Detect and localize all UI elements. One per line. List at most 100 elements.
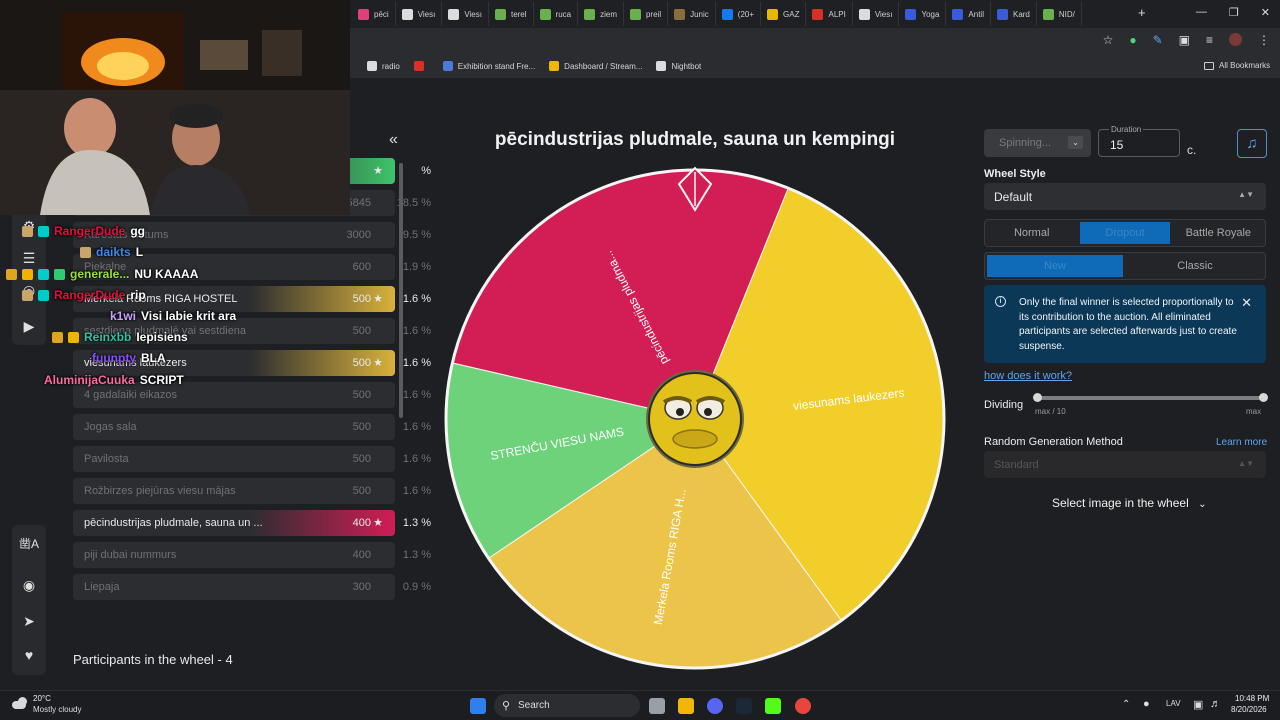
participant-percent: % — [421, 165, 431, 177]
participant-percent: 0.9 % — [402, 581, 431, 593]
view-option[interactable]: Classic — [1127, 255, 1263, 277]
browser-tab[interactable]: pēci — [352, 2, 396, 26]
puzzle-icon[interactable]: ▣ — [1179, 33, 1190, 47]
wheel-style-select[interactable]: Default ▲▼ — [984, 183, 1266, 210]
browser-tab[interactable]: terel — [489, 2, 534, 26]
select-image-button[interactable]: Select image in the wheel ⌄ — [1052, 496, 1206, 510]
participant-row[interactable]: Pavilosta 500 1.6 % — [73, 446, 431, 472]
participant-row[interactable]: Liepaja 300 0.9 % — [73, 574, 431, 600]
media-icon[interactable]: ≡ — [1206, 33, 1213, 47]
participant-row[interactable]: pēcindustrijas pludmale, sauna un ... 400… — [73, 510, 431, 536]
mic-icon[interactable]: ● — [1143, 698, 1150, 710]
translate-icon[interactable]: ✎ — [1153, 33, 1163, 47]
language-icon[interactable]: 凿A — [12, 535, 46, 552]
browser-tab[interactable]: Viesı — [853, 2, 900, 26]
participant-row[interactable]: Rožbirzes piejūras viesu mājas 500 1.6 % — [73, 478, 431, 504]
profile-avatar[interactable] — [1229, 33, 1242, 46]
browser-tab[interactable]: ziem — [578, 2, 624, 26]
minimize-icon[interactable]: — — [1196, 6, 1207, 19]
taskbar-search[interactable]: ⚲ Search — [494, 694, 640, 717]
mode-option[interactable]: Battle Royale — [1174, 222, 1263, 244]
how-it-works-link[interactable]: how does it work? — [984, 370, 1072, 382]
tab-favicon-icon — [494, 8, 506, 20]
discord-icon[interactable] — [707, 698, 723, 714]
chrome-icon[interactable] — [795, 698, 811, 714]
participants-scrollbar[interactable] — [399, 163, 403, 418]
browser-tab[interactable]: Viesı — [442, 2, 489, 26]
participant-name: pēcindustrijas pludmale, sauna un ... — [84, 517, 263, 529]
participant-row[interactable]: piji dubai nummurs 400 1.3 % — [73, 542, 431, 568]
participant-name: Rožbirzes piejūras viesu mājas — [84, 485, 236, 497]
close-icon[interactable]: ✕ — [1261, 6, 1270, 19]
start-icon[interactable] — [470, 698, 486, 714]
donate-icon[interactable]: ♥ — [12, 647, 46, 663]
menu-dots-icon[interactable]: ⋮ — [1258, 33, 1270, 47]
browser-tab[interactable]: ruca — [534, 2, 579, 26]
layers-icon[interactable]: ☰ — [12, 250, 46, 267]
spin-button[interactable]: Spinning... ⌄ — [984, 129, 1091, 157]
mode-option[interactable]: Normal — [987, 222, 1076, 244]
bookmark-item[interactable]: radio — [367, 61, 400, 71]
bookmark-item[interactable]: Dashboard / Stream... — [549, 61, 642, 71]
network-icon[interactable]: ▣ — [1193, 698, 1203, 711]
all-bookmarks[interactable]: All Bookmarks — [1204, 61, 1270, 70]
collapse-panel-button[interactable]: « — [389, 131, 398, 149]
bookmark-item[interactable]: Exhibition stand Fre... — [442, 61, 535, 71]
video-icon[interactable]: ▶ — [12, 318, 46, 335]
close-icon[interactable]: ✕ — [1241, 295, 1252, 311]
slider-thumb-max[interactable] — [1259, 393, 1268, 402]
music-icon[interactable]: ♫ — [1237, 129, 1267, 158]
browser-tab[interactable]: Yoga — [899, 2, 947, 26]
chat-badge-icon — [38, 225, 49, 237]
browser-tab[interactable]: Antil — [946, 2, 991, 26]
wheel[interactable]: pēcindustrijas pludma...viesunams laukez… — [442, 166, 948, 672]
github-icon[interactable]: ◉ — [12, 577, 46, 594]
clock-time[interactable]: 10:48 PM — [1235, 694, 1269, 703]
tab-label: ruca — [555, 9, 572, 19]
duration-field[interactable]: Duration 15 — [1098, 125, 1180, 157]
browser-tab[interactable]: Kard — [991, 2, 1037, 26]
rgm-value: Standard — [994, 459, 1039, 471]
wheel-title: pēcindustrijas pludmale, sauna un kempin… — [494, 129, 896, 150]
tab-label: (20+ — [737, 9, 755, 19]
kick-icon[interactable] — [765, 698, 781, 714]
rgm-select[interactable]: Standard ▲▼ — [984, 451, 1266, 478]
steam-icon[interactable] — [736, 698, 752, 714]
view-option[interactable]: New — [987, 255, 1123, 277]
volume-icon[interactable]: ♬ — [1210, 698, 1221, 710]
browser-tab[interactable]: (20+ — [716, 2, 762, 26]
participant-row[interactable]: Jogas sala 500 1.6 % — [73, 414, 431, 440]
spin-dropdown-icon[interactable]: ⌄ — [1068, 136, 1083, 149]
mode-option[interactable]: Dropout — [1080, 222, 1170, 244]
browser-tab[interactable]: preil — [624, 2, 669, 26]
slider-thumb-min[interactable] — [1033, 393, 1042, 402]
bookmark-favicon-icon — [442, 61, 453, 71]
weather-temp: 20°C — [33, 694, 51, 703]
browser-tab[interactable]: GAZ — [761, 2, 807, 26]
extension-icon[interactable]: ● — [1129, 33, 1136, 47]
task-view-icon[interactable] — [649, 698, 665, 714]
browser-tab[interactable]: Junic — [668, 2, 716, 26]
learn-more-link[interactable]: Learn more — [1216, 437, 1267, 448]
bookmark-item[interactable]: Nightbot — [656, 61, 701, 71]
bookmark-favicon-icon — [413, 61, 424, 71]
telegram-icon[interactable]: ➤ — [12, 613, 46, 630]
new-tab-button[interactable]: + — [1138, 5, 1146, 20]
search-icon: ⚲ — [502, 700, 511, 712]
restore-icon[interactable]: ❐ — [1229, 6, 1239, 19]
file-explorer-icon[interactable] — [678, 698, 694, 714]
participant-percent: 1.6 % — [402, 357, 431, 369]
tray-chevron-icon[interactable]: ⌃ — [1122, 699, 1130, 710]
chat-text: L — [135, 245, 144, 259]
participant-amount: 600 — [352, 261, 371, 273]
bookmark-favicon-icon — [656, 61, 667, 71]
browser-tab[interactable]: Viesı — [396, 2, 443, 26]
language-indicator[interactable]: LAV — [1166, 699, 1181, 708]
weather-icon — [12, 697, 29, 711]
bookmark-star-icon[interactable]: ☆ — [1103, 33, 1114, 47]
clock-date[interactable]: 8/20/2026 — [1231, 705, 1267, 714]
browser-tab[interactable]: NID/ — [1037, 2, 1082, 26]
bookmark-item[interactable] — [413, 61, 429, 71]
dividing-slider[interactable] — [1033, 393, 1268, 402]
browser-tab[interactable]: ALPI — [806, 2, 853, 26]
